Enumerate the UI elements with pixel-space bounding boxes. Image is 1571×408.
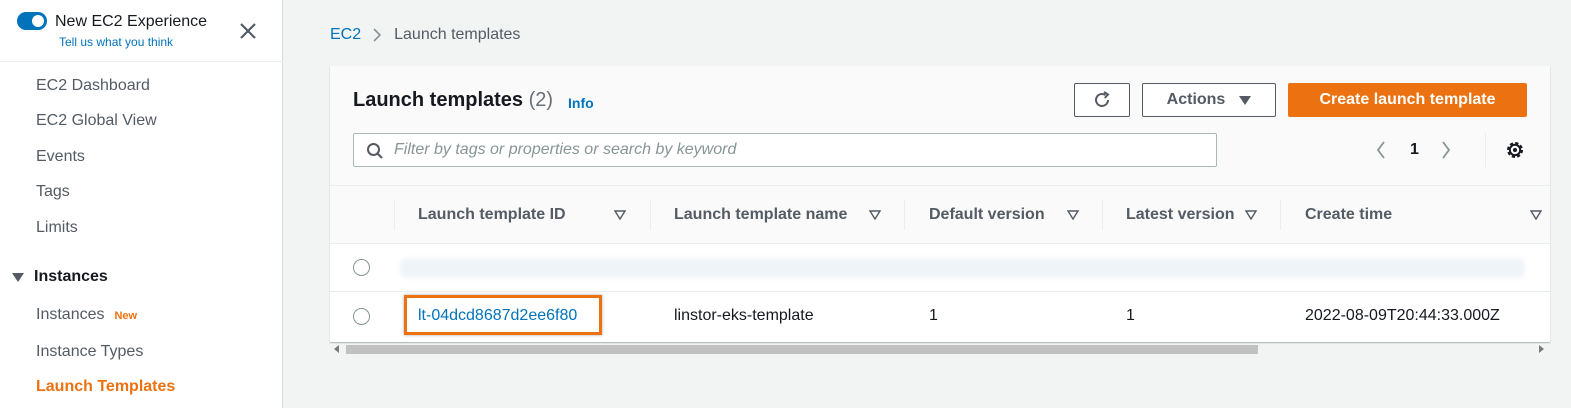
sidebar-item-label: Instances — [36, 306, 105, 323]
column-divider — [1280, 200, 1281, 230]
sort-icon[interactable] — [1245, 210, 1257, 220]
sidebar: New EC2 Experience Tell us what you thin… — [0, 0, 283, 408]
search-input[interactable] — [394, 134, 1194, 166]
launch-templates-panel: Launch templates (2) Info Actions Create… — [330, 66, 1550, 354]
new-experience-title: New EC2 Experience — [55, 13, 208, 30]
info-link[interactable]: Info — [568, 95, 594, 111]
breadcrumb-ec2-link[interactable]: EC2 — [330, 26, 361, 44]
caret-down-icon — [1239, 95, 1252, 105]
pagination: 1 — [1376, 138, 1451, 162]
column-header-name[interactable]: Launch template name — [674, 186, 847, 244]
column-header-id[interactable]: Launch template ID — [418, 186, 566, 244]
breadcrumb: EC2 Launch templates — [330, 26, 520, 44]
page-number[interactable]: 1 — [1410, 141, 1419, 159]
sidebar-item-ec2-dashboard[interactable]: EC2 Dashboard — [36, 77, 150, 95]
close-icon[interactable] — [237, 20, 259, 42]
chevron-right-icon[interactable] — [1441, 141, 1451, 159]
horizontal-scrollbar[interactable] — [330, 342, 1550, 356]
new-badge: New — [114, 310, 138, 322]
panel-header: Launch templates (2) Info Actions Create… — [330, 66, 1550, 186]
item-count: (2) — [528, 89, 554, 111]
new-experience-banner: New EC2 Experience Tell us what you thin… — [0, 0, 283, 62]
sort-icon[interactable] — [614, 210, 626, 220]
default-version: 1 — [929, 307, 938, 324]
column-divider — [650, 200, 651, 230]
chevron-left-icon[interactable] — [1376, 141, 1386, 159]
sidebar-item-events[interactable]: Events — [36, 148, 85, 166]
actions-dropdown[interactable]: Actions — [1142, 83, 1276, 117]
sidebar-section-label: Instances — [34, 268, 108, 285]
refresh-icon — [1095, 91, 1110, 107]
sidebar-item-instance-types[interactable]: Instance Types — [36, 343, 143, 361]
sidebar-section-instances[interactable]: Instances — [12, 268, 108, 286]
launch-template-name: linstor-eks-template — [674, 307, 814, 324]
redacted-content — [400, 258, 1525, 278]
sidebar-item-instances[interactable]: Instances New — [36, 306, 137, 324]
divider — [1485, 133, 1486, 167]
sidebar-item-launch-templates[interactable]: Launch Templates — [36, 378, 175, 396]
column-header-default-version[interactable]: Default version — [929, 186, 1045, 244]
toggle-knob — [32, 15, 44, 27]
column-divider — [394, 200, 395, 230]
chevron-right-icon — [373, 28, 382, 42]
refresh-button[interactable] — [1074, 83, 1130, 117]
search-icon — [367, 143, 383, 159]
scroll-right-icon[interactable] — [1539, 345, 1545, 353]
new-experience-toggle[interactable] — [17, 12, 47, 30]
highlight-box — [404, 295, 602, 335]
search-field[interactable] — [353, 133, 1217, 167]
latest-version: 1 — [1126, 307, 1135, 324]
row-select-radio[interactable] — [353, 259, 370, 276]
sidebar-item-tags[interactable]: Tags — [36, 183, 70, 201]
page-title: Launch templates (2) — [353, 89, 553, 112]
create-time: 2022-08-09T20:44:33.000Z — [1305, 307, 1500, 324]
breadcrumb-current: Launch templates — [394, 26, 521, 43]
scroll-left-icon[interactable] — [334, 345, 340, 353]
column-header-latest-version[interactable]: Latest version — [1126, 186, 1234, 244]
sidebar-item-limits[interactable]: Limits — [36, 219, 78, 237]
caret-down-icon — [12, 272, 24, 282]
scrollbar-thumb[interactable] — [346, 345, 1258, 354]
title-text: Launch templates — [353, 89, 524, 111]
sidebar-item-ec2-global-view[interactable]: EC2 Global View — [36, 112, 157, 130]
actions-label: Actions — [1166, 91, 1226, 108]
sort-icon[interactable] — [1530, 210, 1542, 220]
gear-icon[interactable] — [1504, 139, 1526, 161]
column-divider — [1102, 200, 1103, 230]
feedback-link[interactable]: Tell us what you think — [59, 35, 173, 49]
column-header-create-time[interactable]: Create time — [1305, 186, 1392, 244]
sort-icon[interactable] — [1067, 210, 1079, 220]
sort-icon[interactable] — [869, 210, 881, 220]
row-select-radio[interactable] — [353, 308, 370, 325]
table-header: Launch template ID Launch template name … — [330, 186, 1550, 244]
create-launch-template-button[interactable]: Create launch template — [1288, 83, 1527, 117]
table-row-redacted[interactable] — [330, 244, 1550, 292]
column-divider — [904, 200, 905, 230]
